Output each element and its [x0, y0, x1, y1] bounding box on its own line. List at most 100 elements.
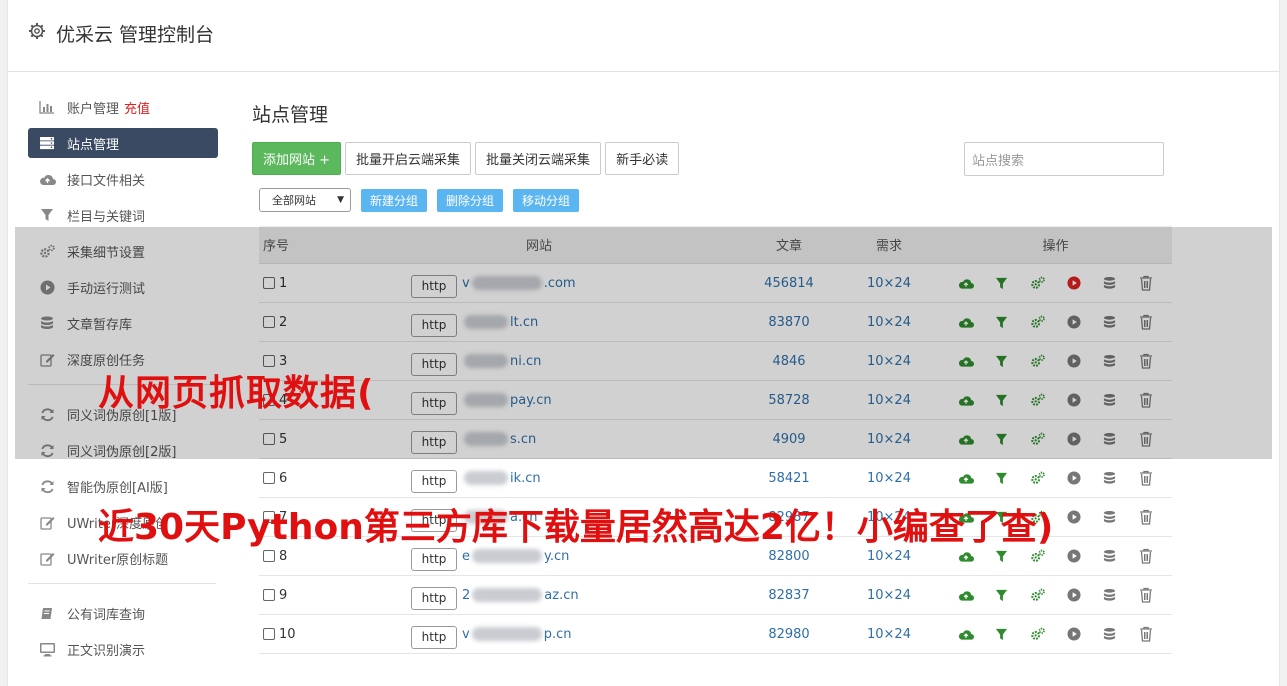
row-number-cell: 6	[259, 471, 339, 486]
ops-cell	[939, 587, 1172, 603]
top-bar: 优采云 管理控制台	[8, 0, 1279, 72]
group-select[interactable]: 全部网站 ▼	[259, 188, 351, 212]
sidebar-item-extra-1[interactable]: 正文识别演示	[28, 634, 218, 664]
cloud-upload-icon[interactable]	[958, 470, 974, 486]
redacted-blur	[472, 588, 543, 602]
play-circle-icon[interactable]	[1066, 509, 1082, 525]
delete-group-button[interactable]: 删除分组	[437, 188, 504, 212]
trash-icon[interactable]	[1138, 587, 1154, 603]
play-circle-icon[interactable]	[1066, 470, 1082, 486]
add-site-button[interactable]: 添加网站 +	[252, 142, 342, 175]
toolbar: 添加网站 + 批量开启云端采集 批量关闭云端采集 新手必读	[252, 142, 680, 175]
demand-link[interactable]: 10×24	[839, 549, 939, 564]
bar-chart-icon	[38, 99, 56, 115]
row-number: 10	[279, 626, 296, 642]
database-icon[interactable]	[1102, 509, 1118, 525]
filter-icon[interactable]	[994, 470, 1010, 486]
ops-cell	[939, 626, 1172, 642]
new-group-button[interactable]: 新建分组	[361, 188, 428, 212]
cloud-upload-icon[interactable]	[958, 548, 974, 564]
redacted-blur	[464, 471, 508, 485]
cogs-icon[interactable]	[1030, 470, 1046, 486]
group-toolbar: 全部网站 ▼ 新建分组 删除分组 移动分组	[252, 188, 580, 212]
sidebar-item-label: 公有词库查询	[67, 607, 146, 623]
sidebar-item-label: 栏目与关键词	[67, 209, 146, 225]
trash-icon[interactable]	[1138, 626, 1154, 642]
database-icon[interactable]	[1102, 587, 1118, 603]
cogs-icon[interactable]	[1030, 626, 1046, 642]
article-count-link[interactable]: 82800	[739, 549, 839, 564]
row-number: 6	[279, 470, 288, 486]
site-url-link[interactable]: e y.cn	[462, 549, 569, 564]
cloud-upload-icon[interactable]	[958, 587, 974, 603]
overlay-headline-2: 近30天Python第三方库下载量居然高达2亿！小编查了查)	[98, 507, 1054, 548]
database-icon[interactable]	[1102, 626, 1118, 642]
sidebar-item-tools-2[interactable]: 智能伪原创[AI版]	[28, 471, 218, 501]
article-count-link[interactable]: 58421	[739, 471, 839, 486]
move-group-button[interactable]: 移动分组	[513, 188, 580, 212]
recharge-link[interactable]: 充值	[124, 98, 150, 117]
row-number-cell: 8	[259, 549, 339, 564]
demand-link[interactable]: 10×24	[839, 588, 939, 603]
cogs-icon[interactable]	[1030, 548, 1046, 564]
row-checkbox[interactable]	[263, 472, 275, 484]
batch-enable-cloud-button[interactable]: 批量开启云端采集	[345, 142, 472, 175]
ops-cell	[939, 548, 1172, 564]
sidebar-divider	[28, 583, 216, 584]
trash-icon[interactable]	[1138, 470, 1154, 486]
gear-icon[interactable]	[28, 22, 46, 40]
filter-icon[interactable]	[994, 548, 1010, 564]
sidebar-item-main-0[interactable]: 账户管理 充值	[28, 92, 218, 122]
row-number: 8	[279, 548, 288, 564]
trash-icon[interactable]	[1138, 509, 1154, 525]
table-row: 9 http 2 az.cn 82837 10×24	[259, 576, 1172, 615]
row-checkbox[interactable]	[263, 628, 275, 640]
overlay-headline-1: 从网页抓取数据(	[98, 373, 375, 414]
protocol-badge: http	[411, 586, 457, 610]
beginner-guide-button[interactable]: 新手必读	[605, 142, 680, 175]
site-cell: http ik.cn	[339, 464, 739, 493]
site-search-input[interactable]: 站点搜索	[964, 142, 1164, 176]
refresh-icon	[38, 478, 56, 494]
filter-icon	[38, 207, 56, 223]
site-cell: http v p.cn	[339, 620, 739, 649]
cogs-icon[interactable]	[1030, 587, 1046, 603]
filter-icon[interactable]	[994, 626, 1010, 642]
sidebar-item-main-2[interactable]: 接口文件相关	[28, 164, 218, 194]
sidebar-item-label: 正文识别演示	[67, 643, 146, 659]
article-count-link[interactable]: 82837	[739, 588, 839, 603]
row-checkbox[interactable]	[263, 589, 275, 601]
site-url-link[interactable]: 2 az.cn	[462, 588, 579, 603]
book-icon	[38, 605, 56, 621]
table-row: 6 http ik.cn 58421 10×24	[259, 459, 1172, 498]
app-title: 优采云 管理控制台	[56, 24, 215, 46]
site-cell: http 2 az.cn	[339, 581, 739, 610]
database-icon[interactable]	[1102, 470, 1118, 486]
batch-disable-cloud-button[interactable]: 批量关闭云端采集	[475, 142, 602, 175]
play-circle-icon[interactable]	[1066, 548, 1082, 564]
sidebar-item-label: 接口文件相关	[67, 173, 146, 189]
row-checkbox[interactable]	[263, 550, 275, 562]
sidebar-item-label: 账户管理	[67, 101, 120, 117]
demand-link[interactable]: 10×24	[839, 471, 939, 486]
sidebar-item-label: 智能伪原创[AI版]	[67, 480, 168, 496]
site-url-link[interactable]: v p.cn	[462, 627, 571, 642]
sidebar-item-label: 站点管理	[67, 137, 120, 153]
protocol-badge: http	[411, 547, 457, 571]
sidebar-item-main-1[interactable]: 站点管理	[28, 128, 218, 158]
play-circle-icon[interactable]	[1066, 626, 1082, 642]
sidebar-item-main-3[interactable]: 栏目与关键词	[28, 200, 218, 230]
filter-icon[interactable]	[994, 587, 1010, 603]
protocol-badge: http	[411, 469, 457, 493]
demand-link[interactable]: 10×24	[839, 627, 939, 642]
trash-icon[interactable]	[1138, 548, 1154, 564]
play-circle-icon[interactable]	[1066, 587, 1082, 603]
database-icon[interactable]	[1102, 548, 1118, 564]
sidebar-item-extra-0[interactable]: 公有词库查询	[28, 598, 218, 628]
table-row: 10 http v p.cn 82980 10×24	[259, 615, 1172, 654]
cloud-upload-icon[interactable]	[958, 626, 974, 642]
site-url-link[interactable]: ik.cn	[462, 471, 541, 486]
article-count-link[interactable]: 82980	[739, 627, 839, 642]
protocol-badge: http	[411, 625, 457, 649]
edit-icon	[38, 514, 56, 530]
